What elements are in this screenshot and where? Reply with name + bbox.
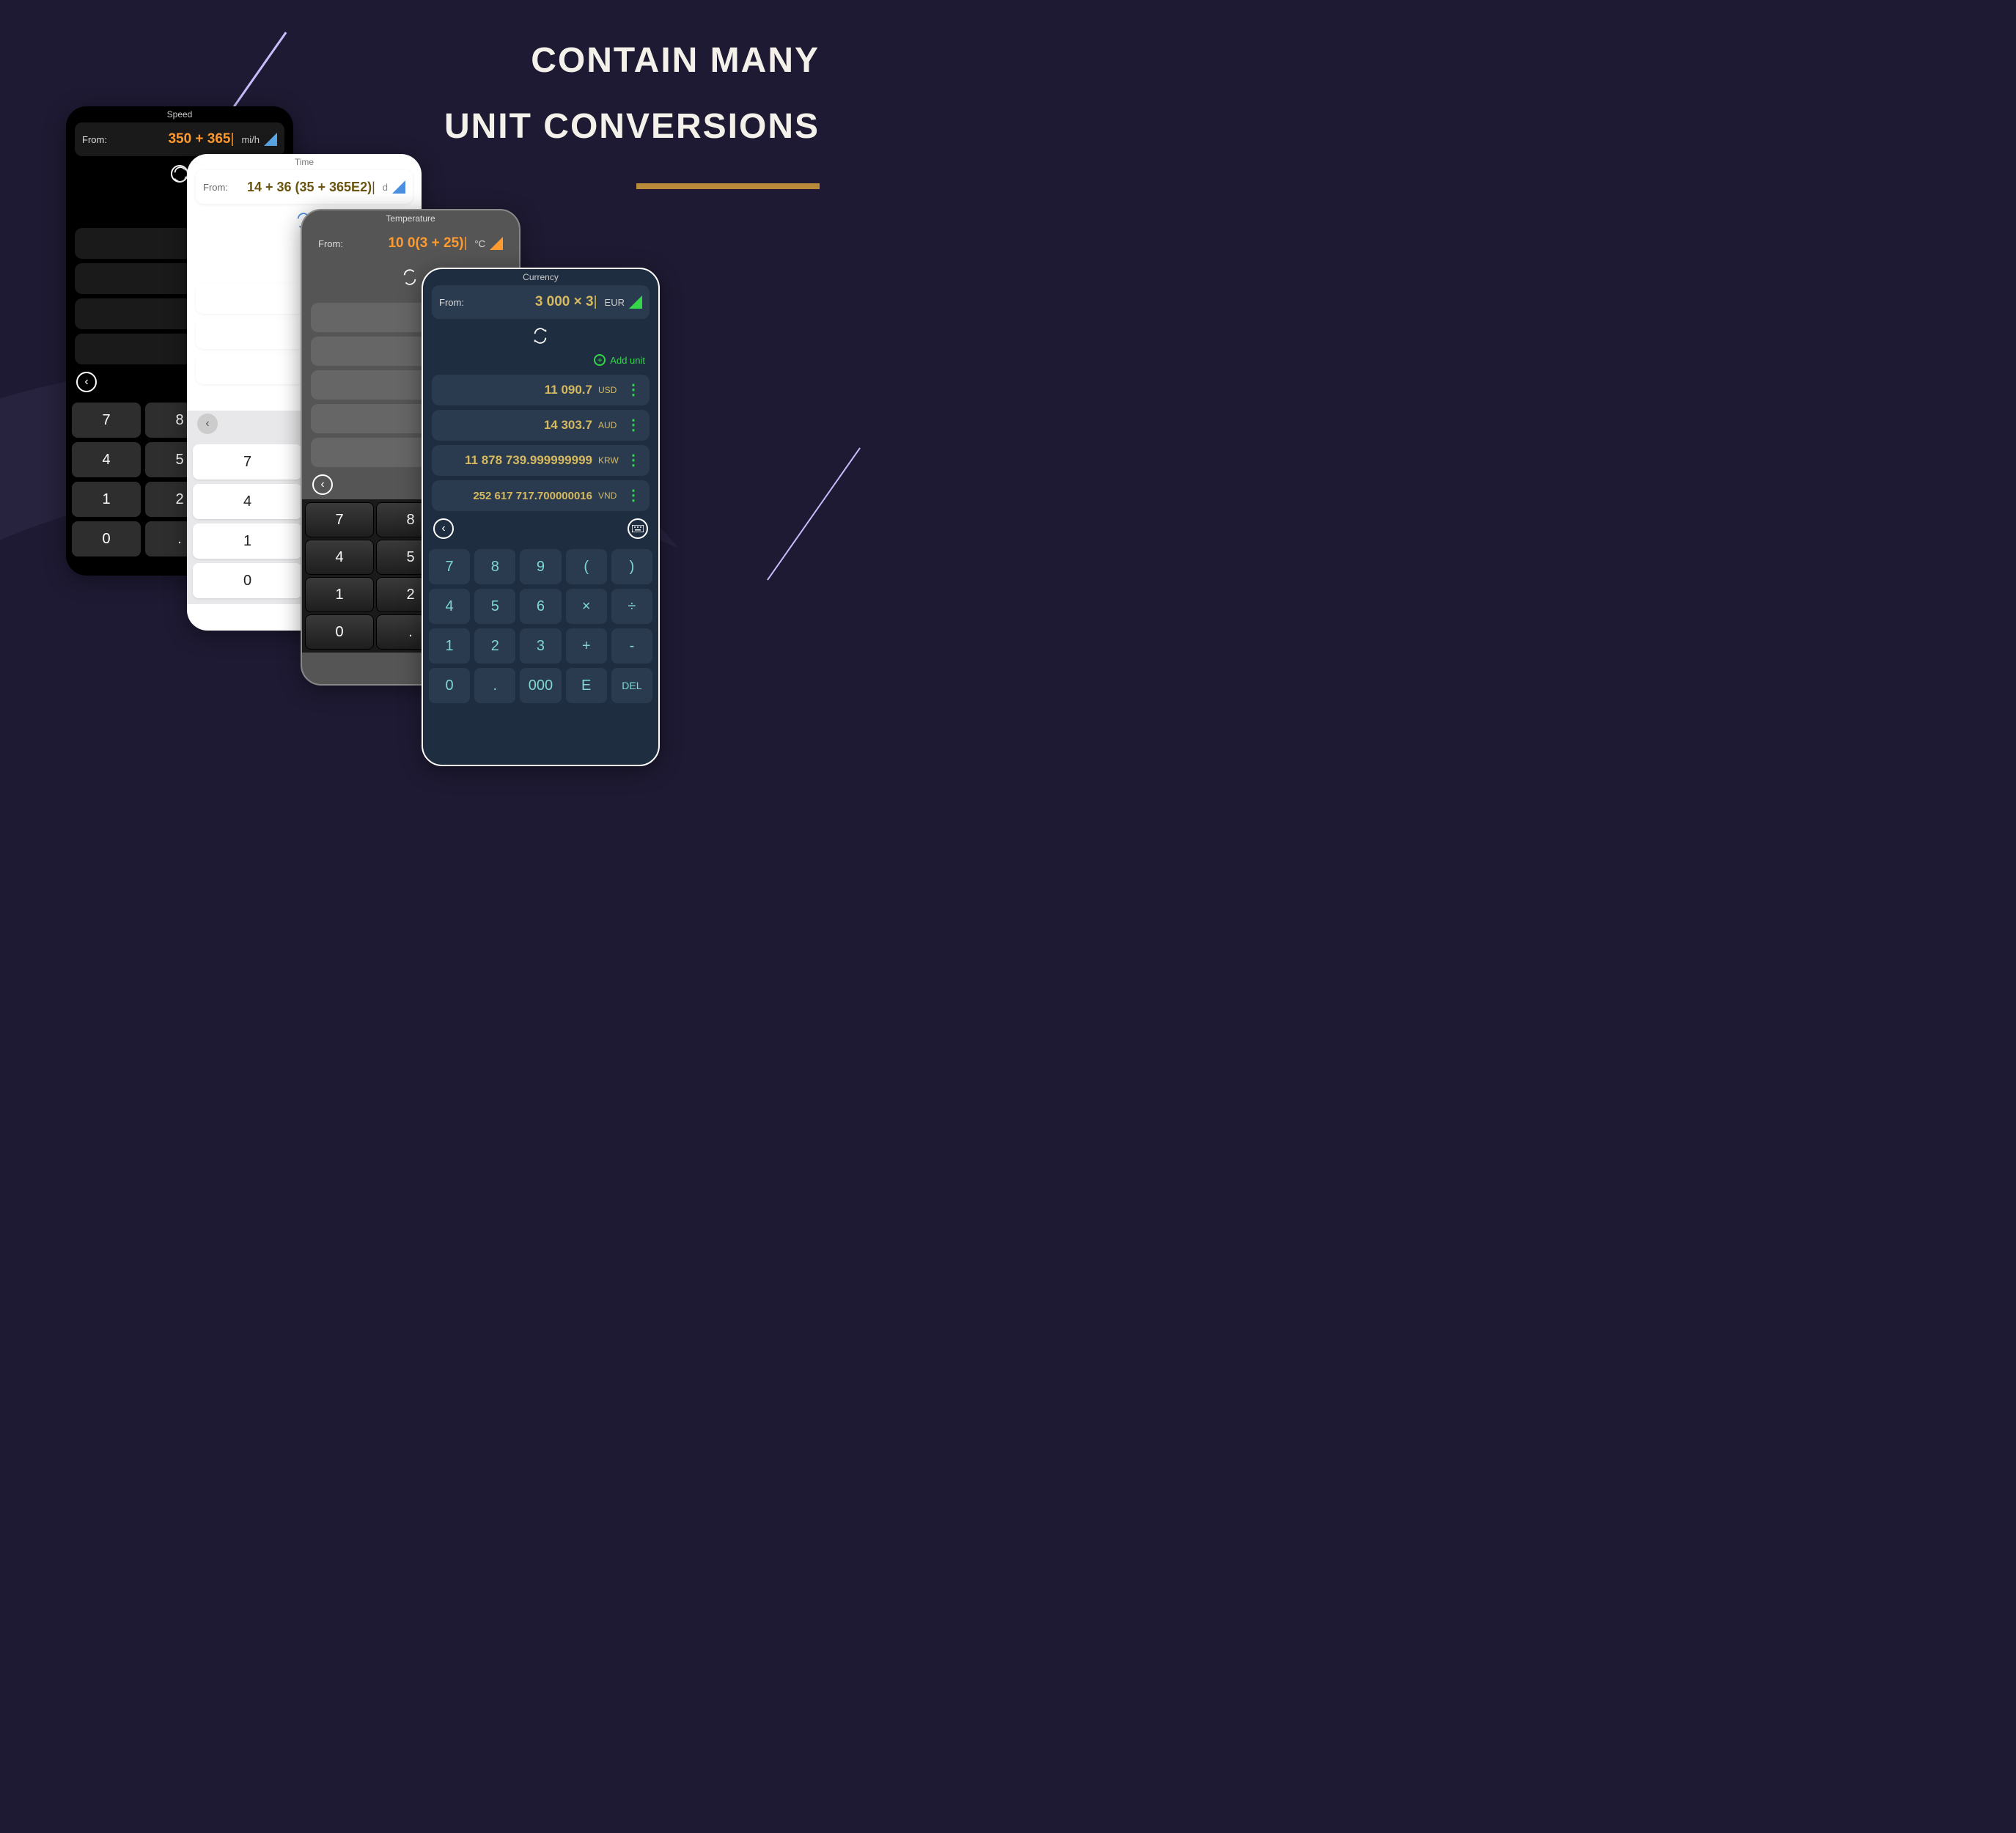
swap-icon[interactable] (171, 165, 188, 183)
key-4[interactable]: 4 (305, 540, 374, 575)
back-icon[interactable]: ‹ (197, 414, 218, 434)
screen-title: Time (187, 154, 422, 170)
key-divide[interactable]: ÷ (611, 589, 652, 624)
signal-icon[interactable] (629, 295, 642, 309)
key-7[interactable]: 7 (305, 502, 374, 537)
from-row[interactable]: From: 14 + 36 (35 + 365E2)| d (196, 170, 413, 204)
cursor: | (463, 235, 467, 251)
key-6[interactable]: 6 (520, 589, 561, 624)
accent-underline (636, 183, 820, 189)
key-del[interactable]: DEL (611, 668, 652, 703)
key-minus[interactable]: - (611, 628, 652, 664)
more-icon[interactable]: ⋮ (626, 423, 641, 427)
key-rparen[interactable]: ) (611, 549, 652, 584)
add-unit-label: Add unit (610, 355, 645, 366)
screen-title: Speed (66, 106, 293, 122)
from-row[interactable]: From: 3 000 × 3| EUR (432, 285, 650, 319)
from-value[interactable]: 10 0(3 + 25)| (343, 235, 470, 251)
key-exp[interactable]: E (566, 668, 607, 703)
key-4[interactable]: 4 (429, 589, 470, 624)
key-000[interactable]: 000 (520, 668, 561, 703)
key-lparen[interactable]: ( (566, 549, 607, 584)
from-label: From: (318, 238, 343, 249)
key-7[interactable]: 7 (193, 444, 302, 480)
from-label: From: (439, 297, 464, 308)
key-plus[interactable]: + (566, 628, 607, 664)
from-unit[interactable]: °C (474, 238, 485, 249)
result-row[interactable]: 11 878 739.999999999 KRW ⋮ (432, 445, 650, 476)
more-icon[interactable]: ⋮ (626, 388, 641, 392)
result-unit: KRW (598, 455, 620, 466)
from-unit[interactable]: EUR (605, 297, 625, 308)
key-0[interactable]: 0 (305, 614, 374, 650)
key-0[interactable]: 0 (429, 668, 470, 703)
back-icon[interactable]: ‹ (76, 372, 97, 392)
decorative-line (227, 32, 287, 117)
headline-line-1: CONTAIN MANY (531, 40, 820, 81)
plus-icon: + (594, 354, 606, 366)
result-unit: USD (598, 385, 620, 395)
signal-icon[interactable] (264, 133, 277, 146)
more-icon[interactable]: ⋮ (626, 458, 641, 463)
key-7[interactable]: 7 (72, 403, 141, 438)
decorative-line (767, 447, 861, 580)
key-7[interactable]: 7 (429, 549, 470, 584)
back-icon[interactable]: ‹ (433, 518, 454, 539)
more-icon[interactable]: ⋮ (626, 493, 641, 498)
from-row[interactable]: From: 10 0(3 + 25)| °C (311, 227, 510, 260)
keypad-nav: ‹ (423, 515, 658, 543)
key-1[interactable]: 1 (72, 482, 141, 517)
key-1[interactable]: 1 (193, 524, 302, 559)
from-unit[interactable]: d (383, 182, 388, 193)
key-4[interactable]: 4 (72, 442, 141, 477)
from-label: From: (203, 182, 228, 193)
key-4[interactable]: 4 (193, 484, 302, 519)
cursor: | (372, 180, 375, 194)
from-value[interactable]: 3 000 × 3| (464, 294, 600, 310)
cursor: | (231, 131, 235, 147)
key-8[interactable]: 8 (474, 549, 515, 584)
from-value[interactable]: 350 + 365| (107, 131, 237, 147)
add-unit-button[interactable]: + Add unit (423, 350, 658, 370)
result-unit: VND (598, 491, 620, 501)
key-5[interactable]: 5 (474, 589, 515, 624)
key-1[interactable]: 1 (305, 577, 374, 612)
from-row[interactable]: From: 350 + 365| mi/h (75, 122, 284, 156)
cursor: | (594, 294, 597, 309)
result-row[interactable]: 11 090.7 USD ⋮ (432, 375, 650, 405)
key-multiply[interactable]: × (566, 589, 607, 624)
key-0[interactable]: 0 (72, 521, 141, 556)
key-1[interactable]: 1 (429, 628, 470, 664)
key-0[interactable]: 0 (193, 563, 302, 598)
key-dot[interactable]: . (474, 668, 515, 703)
from-value[interactable]: 14 + 36 (35 + 365E2)| (228, 180, 378, 195)
swap-icon[interactable] (532, 328, 550, 345)
headline-line-2: UNIT CONVERSIONS (444, 106, 820, 147)
result-unit: AUD (598, 420, 620, 430)
screen-title: Currency (423, 269, 658, 285)
from-label: From: (82, 134, 107, 145)
result-row[interactable]: 14 303.7 AUD ⋮ (432, 410, 650, 441)
back-icon[interactable]: ‹ (312, 474, 333, 495)
screen-title: Temperature (302, 210, 519, 227)
key-3[interactable]: 3 (520, 628, 561, 664)
key-9[interactable]: 9 (520, 549, 561, 584)
key-2[interactable]: 2 (474, 628, 515, 664)
phone-currency: Currency From: 3 000 × 3| EUR + Add unit… (422, 268, 660, 766)
swap-icon[interactable] (402, 269, 419, 287)
result-row[interactable]: 252 617 717.700000016 VND ⋮ (432, 480, 650, 511)
signal-icon[interactable] (490, 237, 503, 250)
signal-icon[interactable] (392, 180, 405, 194)
keyboard-icon[interactable] (628, 518, 648, 539)
from-unit[interactable]: mi/h (241, 134, 260, 145)
